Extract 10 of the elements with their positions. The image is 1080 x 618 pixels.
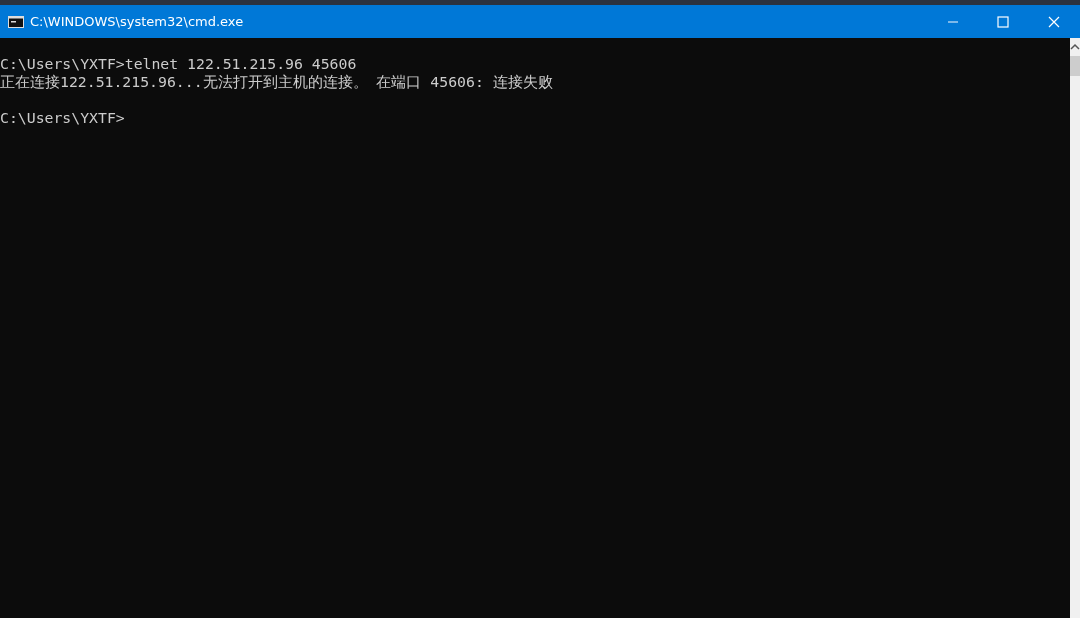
console-icon (8, 15, 24, 28)
console-line: 正在连接122.51.215.96...无法打开到主机的连接。 在端口 45606: 连接失败 (0, 73, 553, 90)
window-title: C:\WINDOWS\system32\cmd.exe (30, 14, 244, 29)
console-line: C:\Users\YXTF>telnet 122.51.215.96 45606 (0, 55, 357, 72)
scrollbar[interactable] (1070, 38, 1080, 618)
scroll-up-icon[interactable] (1070, 43, 1080, 51)
console-line: C:\Users\YXTF> (0, 109, 125, 126)
close-icon (1048, 15, 1060, 28)
scroll-thumb[interactable] (1070, 56, 1080, 76)
maximize-icon (997, 15, 1009, 28)
